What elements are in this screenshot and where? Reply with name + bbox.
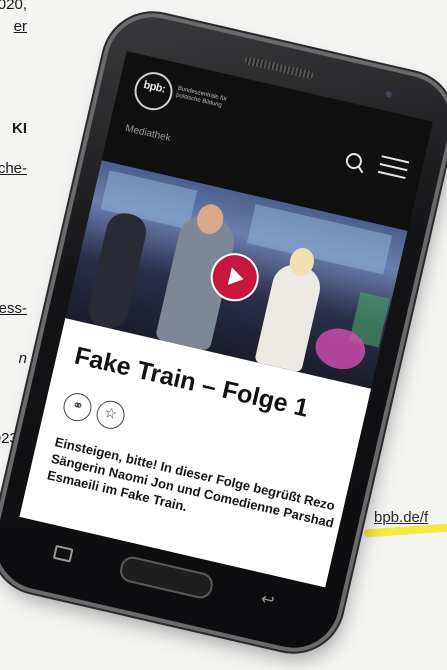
page-link-fragment[interactable]: ess-	[0, 300, 27, 318]
favorite-button[interactable]: ☆	[93, 398, 128, 432]
section-label: Mediathek	[124, 122, 172, 145]
home-button[interactable]	[117, 554, 216, 601]
episode-teaser: Einsteigen, bitte! In dieser Folge begrü…	[45, 434, 337, 531]
menu-icon[interactable]	[377, 155, 410, 180]
share-button[interactable]: ⚭	[60, 390, 95, 424]
phone-screen: bpb: Bundeszentrale für politische Bildu…	[19, 51, 433, 588]
proximity-sensor	[331, 74, 341, 84]
light-sensor	[344, 77, 355, 87]
smartphone: bpb: Bundeszentrale für politische Bildu…	[0, 8, 447, 657]
org-name: Bundeszentrale für politische Bildung	[175, 85, 228, 109]
star-icon: ☆	[103, 403, 119, 423]
share-icon: ⚭	[70, 396, 86, 415]
page-text-fragment: 2020,	[0, 0, 27, 13]
page-link-fragment[interactable]: er	[14, 18, 27, 36]
page-link-fragment[interactable]: che-	[0, 160, 27, 178]
bpb-url-link[interactable]: bpb.de/f	[374, 509, 428, 526]
earpiece-speaker	[243, 56, 314, 80]
video-figure	[254, 260, 325, 373]
video-figure	[84, 209, 150, 332]
page-text-fragment: n	[18, 350, 27, 367]
front-camera	[385, 90, 393, 98]
recent-apps-icon[interactable]	[52, 544, 74, 563]
back-icon[interactable]: ↩	[259, 589, 277, 612]
search-icon[interactable]	[344, 151, 364, 171]
page-heading-fragment: KI	[12, 120, 27, 137]
